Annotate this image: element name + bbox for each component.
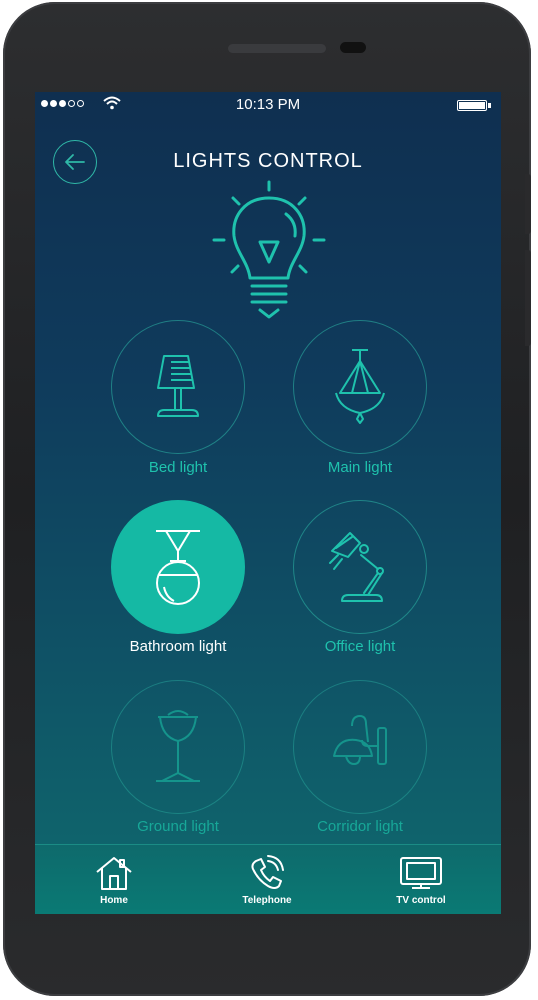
light-label-office: Office light [324,638,396,655]
home-icon [96,857,132,890]
app-screen: 10:13 PM LIGHTS CONTROL Bed light Main l… [35,92,501,914]
floor-lamp-icon [156,710,200,782]
earpiece-speaker [228,44,326,53]
light-tile-office[interactable] [293,500,427,634]
tab-tv-control-label: TV control [396,895,446,906]
light-label-ground: Ground light [137,818,219,835]
phone-frame: 10:13 PM LIGHTS CONTROL Bed light Main l… [3,2,531,996]
page-title: LIGHTS CONTROL [173,150,363,172]
power-button [525,250,531,346]
light-tile-bathroom[interactable] [111,500,245,634]
battery-icon [457,100,487,111]
light-label-bathroom: Bathroom light [129,638,227,655]
desk-lamp-icon [329,532,384,602]
front-camera [340,42,366,53]
light-tile-main[interactable] [293,320,427,454]
tab-home-label: Home [100,895,128,906]
light-label-corridor: Corridor light [317,818,403,835]
light-label-bed: Bed light [148,459,208,476]
chandelier-icon [335,349,385,424]
pendant-lamp-icon [156,530,200,605]
tv-icon [400,857,442,889]
table-lamp-icon [157,355,199,417]
light-label-main: Main light [327,459,393,476]
light-tile-ground[interactable] [111,680,245,814]
wall-lamp-icon [333,715,387,765]
bottom-tab-bar: Home Telephone TV control [35,844,501,914]
tab-telephone[interactable]: Telephone [207,845,327,914]
telephone-icon [251,855,284,889]
tab-telephone-label: Telephone [242,895,292,906]
status-bar: 10:13 PM [35,92,501,118]
light-tile-bed[interactable] [111,320,245,454]
tab-home[interactable]: Home [54,845,174,914]
volume-button [525,174,531,234]
status-time: 10:13 PM [235,96,301,113]
light-tile-corridor[interactable] [293,680,427,814]
tab-tv-control[interactable]: TV control [361,845,481,914]
lightbulb-icon [212,180,326,319]
battery-nub [488,103,491,108]
